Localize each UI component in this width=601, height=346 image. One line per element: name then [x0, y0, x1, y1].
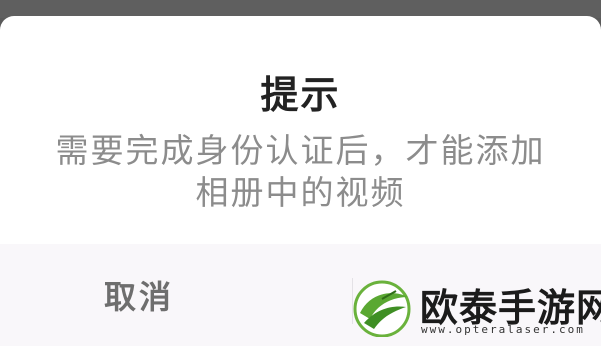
- cancel-button[interactable]: 取消: [0, 244, 352, 346]
- dialog-message-line-1: 需要完成身份认证后，才能添加: [55, 131, 546, 170]
- dialog-message-line-2: 相册中的视频: [195, 173, 406, 212]
- leaf-logo-icon: [353, 280, 411, 337]
- dialog-title: 提示: [260, 73, 341, 117]
- watermark-url-text: www.opteralaser.com: [421, 323, 585, 336]
- dialog-message: 需要完成身份认证后，才能添加 相册中的视频: [30, 130, 571, 214]
- site-watermark: 欧泰手游网 www.opteralaser.com: [352, 275, 601, 339]
